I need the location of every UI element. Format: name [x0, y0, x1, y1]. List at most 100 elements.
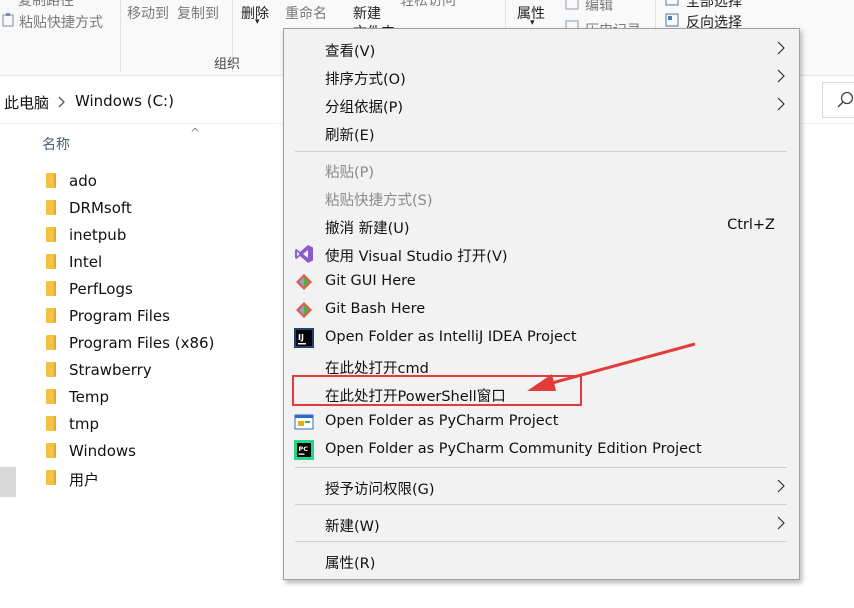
- delete-dropdown-icon[interactable]: ▾: [255, 17, 260, 27]
- new-folder-button[interactable]: 新建: [353, 3, 381, 23]
- pycharm-icon: [294, 414, 314, 430]
- file-name: Windows: [69, 442, 136, 460]
- menu-item-new[interactable]: 新建(W): [284, 510, 799, 538]
- menu-separator: [295, 467, 787, 468]
- paste-shortcut-icon: [2, 13, 14, 27]
- git-gui-icon: [296, 274, 312, 290]
- file-name: 用户: [69, 471, 100, 489]
- folder-icon: [46, 173, 56, 188]
- menu-item-open-pycharm[interactable]: Open Folder as PyCharm Project: [284, 408, 799, 436]
- edit-icon: [565, 0, 579, 10]
- menu-item-label: Git Bash Here: [325, 301, 426, 317]
- easy-access-button[interactable]: 轻松访问: [400, 0, 456, 10]
- menu-item-label: 粘贴(P): [325, 165, 375, 181]
- menu-item-label: Open Folder as IntelliJ IDEA Project: [325, 329, 577, 345]
- folder-icon: [46, 281, 56, 296]
- svg-text:IJ: IJ: [298, 333, 304, 342]
- list-item[interactable]: Program Files (x86): [44, 332, 280, 356]
- file-name: Program Files (x86): [69, 334, 215, 352]
- menu-item-sort[interactable]: 排序方式(O): [284, 63, 799, 91]
- menu-item-label: Open Folder as PyCharm Community Edition…: [325, 441, 702, 457]
- file-name: tmp: [69, 415, 100, 433]
- column-header-name[interactable]: 名称: [42, 134, 70, 154]
- folder-icon: [46, 200, 56, 215]
- list-item[interactable]: PerfLogs: [44, 278, 280, 302]
- list-item[interactable]: DRMsoft: [44, 197, 280, 221]
- menu-item-grant-access[interactable]: 授予访问权限(G): [284, 473, 799, 501]
- folder-icon: [46, 254, 56, 269]
- submenu-arrow-icon: [777, 41, 785, 55]
- folder-icon: [46, 308, 56, 323]
- annotation-highlight-box: [292, 375, 582, 406]
- list-item[interactable]: ado: [44, 170, 280, 194]
- copy-to-button[interactable]: 复制到: [177, 3, 219, 23]
- ribbon-divider: [120, 0, 121, 72]
- menu-item-label: 授予访问权限(G): [325, 482, 435, 498]
- context-menu: 查看(V) 排序方式(O) 分组依据(P) 刷新(E) 粘贴(P) 粘贴快捷方式…: [283, 28, 800, 580]
- menu-item-view[interactable]: 查看(V): [284, 35, 799, 63]
- list-item[interactable]: inetpub: [44, 224, 280, 248]
- menu-item-git-bash[interactable]: Git Bash Here: [284, 296, 799, 324]
- menu-item-label: 分组依据(P): [325, 100, 404, 116]
- folder-icon: [46, 362, 56, 377]
- menu-separator: [295, 541, 787, 542]
- breadcrumb-windows-c[interactable]: Windows (C:): [75, 92, 174, 110]
- menu-item-undo[interactable]: 撤消 新建(U) Ctrl+Z: [284, 212, 799, 240]
- menu-item-label: 粘贴快捷方式(S): [325, 193, 433, 209]
- submenu-arrow-icon: [777, 516, 785, 530]
- menu-item-open-pycharm-ce[interactable]: PC Open Folder as PyCharm Community Edit…: [284, 436, 799, 464]
- list-item[interactable]: tmp: [44, 413, 280, 437]
- list-item[interactable]: Windows: [44, 440, 280, 464]
- menu-item-group-by[interactable]: 分组依据(P): [284, 91, 799, 119]
- move-to-button[interactable]: 移动到: [127, 3, 169, 23]
- file-name: ado: [69, 172, 97, 190]
- menu-item-label: 查看(V): [325, 44, 376, 60]
- sort-ascending-icon[interactable]: ^: [190, 126, 200, 140]
- search-icon[interactable]: [837, 91, 854, 109]
- select-all-button[interactable]: 全部选择: [686, 0, 742, 11]
- menu-item-label: Git GUI Here: [325, 273, 416, 289]
- list-item[interactable]: 用户: [44, 467, 280, 491]
- search-input[interactable]: [822, 82, 854, 118]
- ribbon-group-label: 组织: [214, 57, 241, 72]
- menu-item-properties[interactable]: 属性(R): [284, 547, 799, 575]
- paste-shortcut-button[interactable]: 粘贴快捷方式: [19, 12, 103, 32]
- submenu-arrow-icon: [777, 97, 785, 111]
- invert-selection-icon: [665, 13, 679, 27]
- copy-path-button[interactable]: 复制路径: [18, 0, 74, 10]
- file-name: PerfLogs: [69, 280, 133, 298]
- folder-icon: [46, 416, 56, 431]
- submenu-arrow-icon: [777, 69, 785, 83]
- menu-item-label: 使用 Visual Studio 打开(V): [325, 249, 508, 265]
- menu-item-open-visual-studio[interactable]: 使用 Visual Studio 打开(V): [284, 240, 799, 268]
- menu-item-shortcut: Ctrl+Z: [727, 217, 775, 233]
- intellij-idea-icon: IJ: [294, 328, 314, 348]
- menu-item-label: 刷新(E): [325, 128, 375, 144]
- menu-item-paste-shortcut[interactable]: 粘贴快捷方式(S): [284, 184, 799, 212]
- file-name: Strawberry: [69, 361, 152, 379]
- edit-button[interactable]: 编辑: [585, 0, 613, 15]
- menu-item-open-intellij[interactable]: IJ Open Folder as IntelliJ IDEA Project: [284, 324, 799, 352]
- list-item[interactable]: Temp: [44, 386, 280, 410]
- menu-item-label: 属性(R): [325, 556, 376, 572]
- list-item[interactable]: Strawberry: [44, 359, 280, 383]
- menu-item-git-gui[interactable]: Git GUI Here: [284, 268, 799, 296]
- list-item[interactable]: Intel: [44, 251, 280, 275]
- file-name: inetpub: [69, 226, 127, 244]
- menu-item-paste[interactable]: 粘贴(P): [284, 156, 799, 184]
- git-bash-icon: [296, 302, 312, 318]
- nav-pane-selection[interactable]: [0, 467, 16, 497]
- chevron-right-icon[interactable]: [58, 96, 66, 108]
- properties-dropdown-icon[interactable]: ▾: [530, 18, 535, 28]
- menu-separator: [295, 151, 787, 152]
- folder-icon: [46, 443, 56, 458]
- file-name: Program Files: [69, 307, 170, 325]
- folder-icon: [46, 335, 56, 350]
- svg-text:PC: PC: [299, 445, 309, 453]
- menu-item-label: 撤消 新建(U): [325, 221, 410, 237]
- menu-item-refresh[interactable]: 刷新(E): [284, 119, 799, 147]
- rename-button[interactable]: 重命名: [285, 3, 327, 23]
- list-item[interactable]: Program Files: [44, 305, 280, 329]
- folder-icon: [46, 227, 56, 242]
- breadcrumb-this-pc[interactable]: 此电脑: [4, 92, 49, 113]
